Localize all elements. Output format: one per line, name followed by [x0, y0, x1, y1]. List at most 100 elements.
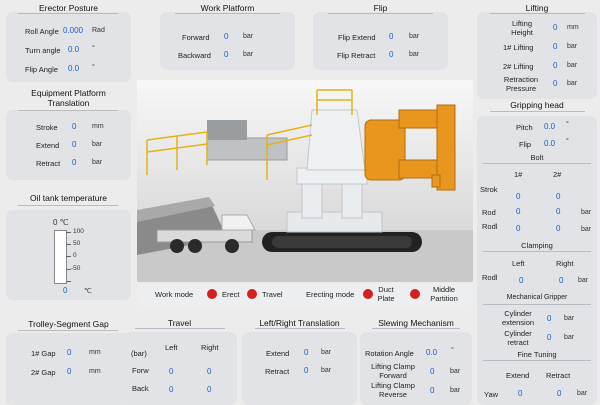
erect-indicator[interactable] [207, 289, 217, 299]
clamping-rodl-unit: bar [578, 277, 589, 284]
flip-extend-unit: bar [409, 33, 420, 40]
forward-value: 0 [224, 32, 229, 41]
gap-2-unit: mm [89, 368, 101, 375]
flip-title: Flip [373, 3, 388, 13]
clamping-col2: Right [556, 259, 574, 268]
travel-title: Travel [167, 318, 192, 328]
retract-value: 0 [72, 158, 77, 167]
gripping-head-title: Gripping head [510, 100, 564, 110]
oil-temp-gauge [54, 230, 67, 284]
cylinder-retract-label: Cylinder retract [504, 329, 532, 347]
travel-label: Travel [262, 290, 283, 299]
extend-unit: bar [92, 141, 103, 148]
equip-platform-panel [6, 110, 131, 180]
oil-tank-title: Oil tank temperature [29, 193, 107, 203]
retraction-pressure-label: Retraction Pressure [503, 75, 539, 93]
oil-temp-value: 0 [63, 286, 68, 295]
travel-forw-v2: 0 [207, 367, 212, 376]
lifting-height-value: 0 [553, 23, 558, 32]
stroke-value: 0 [72, 122, 77, 131]
gripper-flip-value: 0.0 [544, 139, 556, 148]
travel-col1: Left [165, 343, 178, 352]
rotation-angle-label: Rotation Angle [365, 349, 414, 358]
machine-image [137, 80, 473, 282]
lifting-2-unit: bar [567, 62, 578, 69]
lifting-2-value: 0 [553, 61, 558, 70]
cylinder-extension-label: Cylinder extension [501, 309, 535, 327]
fine-col2: Retract [546, 371, 571, 380]
lifting-clamp-reverse-label: Lifting Clamp Reverse [371, 381, 415, 399]
bolt-rodl-unit: bar [581, 226, 592, 233]
flip-retract-value: 0 [389, 50, 394, 59]
turn-angle-unit: ° [92, 45, 95, 52]
oil-temp-unit: ℃ [84, 288, 92, 295]
erector-posture-title: Erector Posture [38, 3, 99, 13]
slewing-title: Slewing Mechanism [378, 318, 454, 328]
trolley-gap-title: Trolley-Segment Gap [28, 319, 109, 329]
extend-label: Extend [36, 141, 60, 150]
roll-angle-label: Roll Angle [25, 27, 59, 36]
travel-indicator[interactable] [247, 289, 257, 299]
turn-angle-label: Turn angle [25, 46, 61, 55]
lifting-height-unit: mm [567, 24, 579, 31]
pitch-value: 0.0 [544, 122, 556, 131]
lifting-clamp-forward-value: 0 [430, 367, 435, 376]
lifting-title: Lifting [525, 3, 549, 13]
cylinder-retract-value: 0 [547, 333, 552, 342]
mech-gripper-title: Mechanical Gripper [506, 294, 568, 301]
gripper-flip-unit: ° [566, 138, 569, 145]
middle-partition-indicator[interactable] [410, 289, 420, 299]
crawler-tracks [262, 232, 422, 252]
middle-partition-label: Middle Partition [430, 285, 458, 303]
erect-label: Erect [222, 290, 240, 299]
roll-angle-value: 0.000 [63, 26, 84, 35]
flip-angle-label: Flip Angle [25, 65, 58, 74]
backward-label: Backward [178, 51, 211, 60]
flip-retract-unit: bar [409, 51, 420, 58]
clamping-rodl-v1: 0 [519, 276, 524, 285]
bolt-title: Bolt [530, 153, 544, 162]
work-platform-title: Work Platform [200, 3, 255, 13]
duct-plate-indicator[interactable] [363, 289, 373, 299]
clamping-col1: Left [512, 259, 525, 268]
stroke-unit: mm [92, 123, 104, 130]
bolt-strok-label: Strok [480, 185, 498, 194]
pitch-unit: ° [566, 121, 569, 128]
forward-label: Forward [182, 33, 210, 42]
clamping-rodl-label: Rodl [482, 273, 498, 282]
lifting-1-label: 1# Lifting [503, 43, 534, 52]
lr-retract-unit: bar [321, 367, 332, 374]
bolt-col1: 1# [514, 170, 523, 179]
stroke-label: Stroke [36, 123, 58, 132]
lr-extend-value: 0 [304, 348, 309, 357]
gap-1-label: 1# Gap [31, 349, 56, 358]
flip-extend-value: 0 [389, 32, 394, 41]
fine-col1: Extend [506, 371, 530, 380]
flip-angle-value: 0.0 [68, 64, 80, 73]
travel-unit-label: (bar) [131, 349, 147, 358]
bolt-strok-v1: 0 [516, 192, 521, 201]
fine-tuning-title: Fine Tuning [517, 350, 557, 359]
rotation-angle-value: 0.0 [426, 348, 438, 357]
backward-value: 0 [224, 50, 229, 59]
lr-translation-title: Left/Right Translation [259, 318, 340, 328]
equip-platform-title: Equipment Platform Translation [31, 88, 106, 108]
bolt-strok-v2: 0 [556, 192, 561, 201]
oil-tank-unit-top: 0 ℃ [53, 218, 69, 227]
lifting-clamp-forward-unit: bar [450, 368, 461, 375]
yaw-v2: 0 [557, 389, 562, 398]
rotation-angle-unit: ° [451, 347, 454, 354]
lifting-clamp-reverse-value: 0 [430, 386, 435, 395]
lifting-height-label: Lifting Height [511, 19, 533, 37]
flip-angle-unit: ° [92, 64, 95, 71]
roll-angle-unit: Rad [92, 27, 105, 34]
bolt-rodl-label: Rodl [482, 222, 498, 231]
forward-unit: bar [243, 33, 254, 40]
flip-panel [313, 12, 448, 70]
bolt-rod-unit: bar [581, 209, 592, 216]
oil-scale-100: 100 [73, 228, 84, 235]
lr-translation-panel [242, 332, 357, 405]
yaw-unit: bar [577, 390, 588, 397]
gap-2-label: 2# Gap [31, 368, 56, 377]
cylinder-extension-unit: bar [564, 315, 575, 322]
